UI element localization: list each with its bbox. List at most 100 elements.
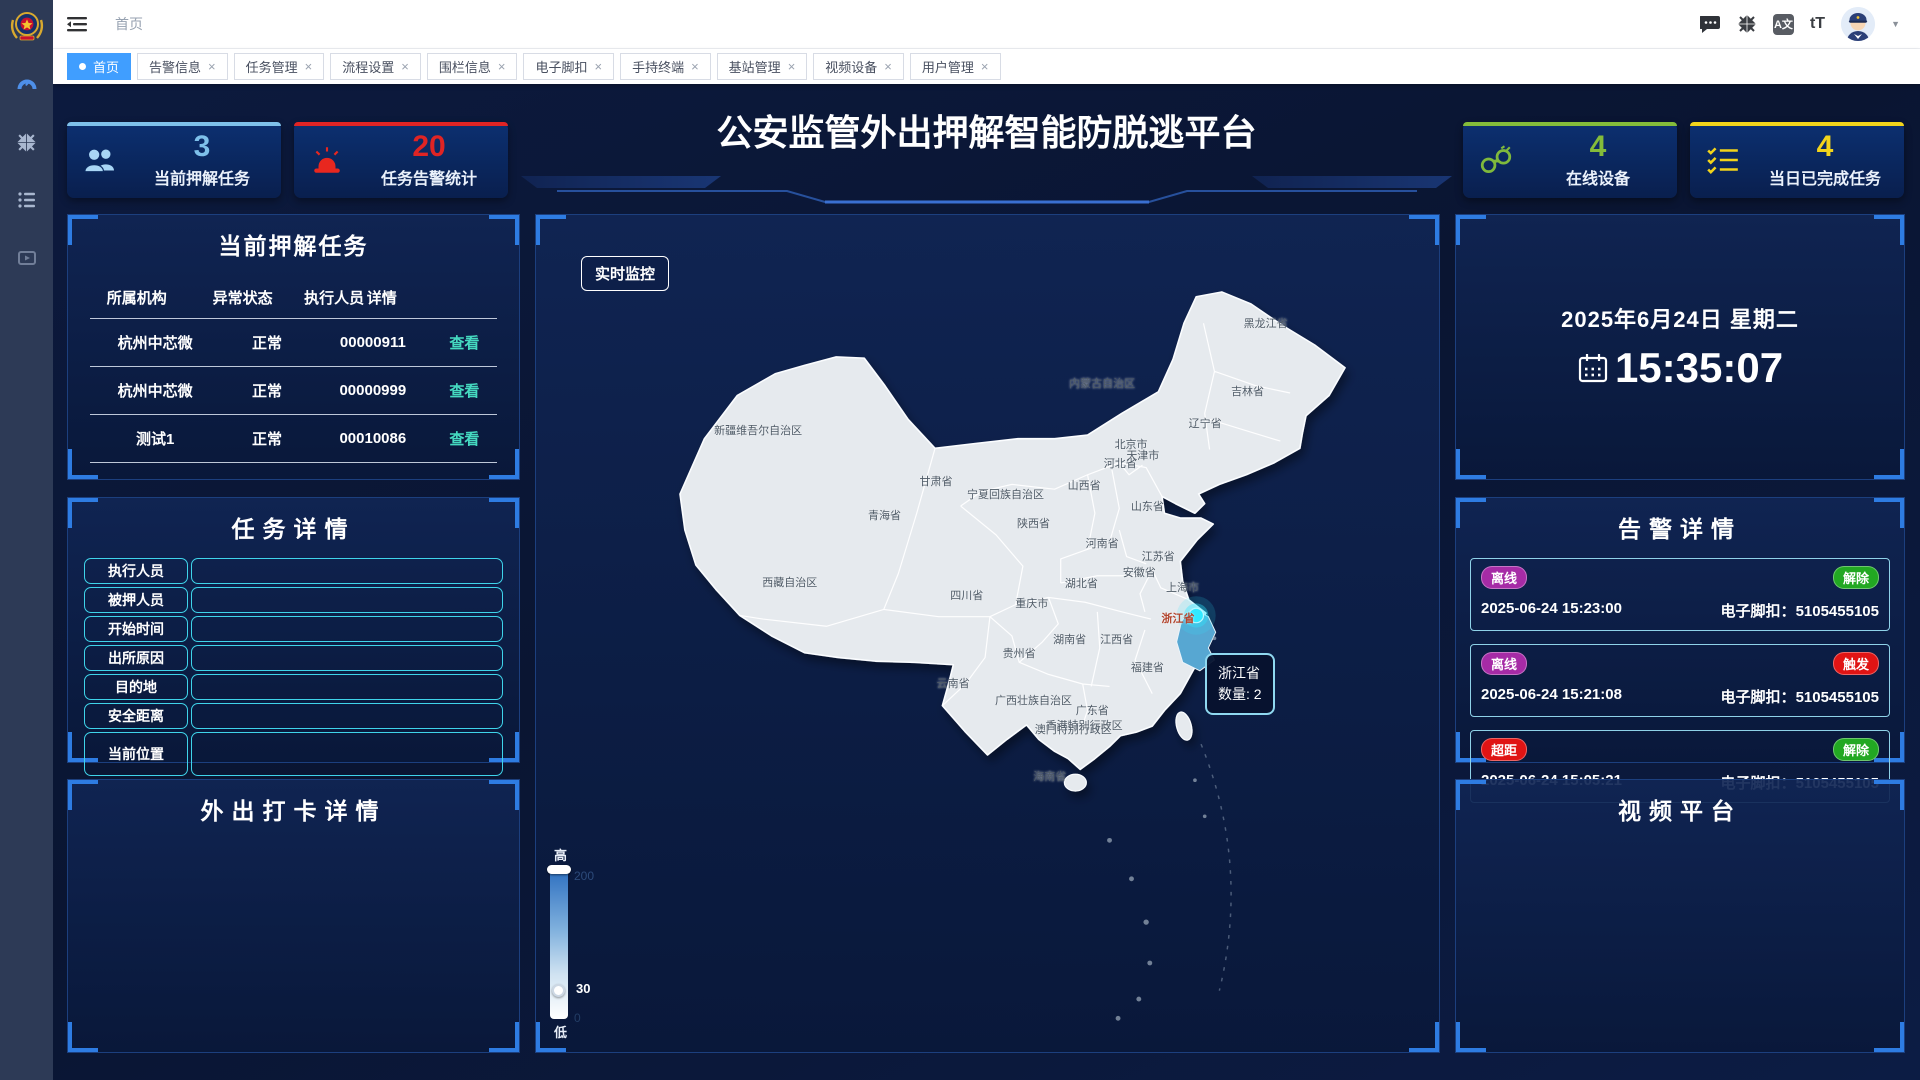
tab-任务管理[interactable]: 任务管理×	[234, 53, 325, 80]
field-label: 当前位置	[84, 732, 188, 776]
alarm-detail-panel: 告警详情 离线 解除 2025-06-24 15:23:00 电子脚扣：5105…	[1455, 497, 1905, 763]
legend-min-value: 0	[574, 1011, 581, 1025]
close-tab-icon[interactable]: ×	[981, 59, 989, 74]
tab-视频设备[interactable]: 视频设备 ×	[813, 53, 904, 80]
legend-max-value: 200	[574, 869, 594, 883]
tab-电子脚扣[interactable]: 电子脚扣 ×	[523, 53, 614, 80]
org-cell: 杭州中芯微	[90, 380, 220, 401]
map-panel: 实时监控 黑龙江省吉林省辽宁省内蒙古自治区北京市天津市河北省山西省山东	[535, 214, 1440, 1053]
person-cell: 00000911	[314, 334, 432, 351]
task-detail-fields: 执行人员 被押人员 开始时间 出所原因	[84, 558, 503, 776]
dashboard-icon[interactable]	[15, 72, 39, 96]
province-label: 福建省	[1131, 659, 1164, 675]
compress-icon[interactable]	[15, 130, 39, 154]
tab-label: 手持终端	[632, 57, 684, 76]
tab-用户管理[interactable]: 用户管理×	[910, 53, 1001, 80]
field-row: 当前位置	[84, 732, 503, 776]
field-label: 出所原因	[84, 645, 188, 671]
chevron-down-icon[interactable]: ▼	[1891, 19, 1900, 29]
translate-icon[interactable]: A文	[1773, 14, 1794, 35]
field-label: 被押人员	[84, 587, 188, 613]
column-header: 异常状态	[184, 287, 302, 308]
province-label: 陕西省	[1017, 515, 1050, 531]
province-label: 山西省	[1068, 477, 1101, 493]
stat-label: 任务告警统计	[360, 165, 498, 189]
field-label: 目的地	[84, 674, 188, 700]
province-label: 贵州省	[1003, 645, 1036, 661]
title-decoration-right	[1252, 176, 1452, 188]
org-cell: 测试1	[90, 428, 220, 449]
list-icon[interactable]	[15, 188, 39, 212]
font-size-icon[interactable]: tT	[1810, 15, 1825, 33]
tab-label: 基站管理	[729, 57, 781, 76]
alarm-status-badge: 解除	[1833, 738, 1879, 761]
field-row: 目的地	[84, 674, 503, 700]
field-value	[191, 587, 503, 613]
province-label: 辽宁省	[1189, 415, 1222, 431]
close-tab-icon[interactable]: ×	[305, 59, 313, 74]
collapse-menu-icon[interactable]	[67, 16, 87, 33]
alarm-item[interactable]: 离线 触发 2025-06-24 15:21:08 电子脚扣：510545510…	[1470, 644, 1890, 717]
province-label: 新疆维吾尔自治区	[714, 422, 802, 438]
field-value	[191, 645, 503, 671]
alarm-item[interactable]: 离线 解除 2025-06-24 15:23:00 电子脚扣：510545510…	[1470, 558, 1890, 631]
close-tab-icon[interactable]: ×	[594, 59, 602, 74]
stat-card-alarms: 20 任务告警统计	[294, 122, 508, 198]
field-row: 开始时间	[84, 616, 503, 642]
alarm-time: 2025-06-24 15:23:00	[1481, 600, 1622, 621]
province-label: 海南省	[1033, 768, 1066, 784]
province-label: 山东省	[1131, 498, 1164, 514]
tab-label: 视频设备	[825, 57, 877, 76]
province-labels: 黑龙江省吉林省辽宁省内蒙古自治区北京市天津市河北省山西省山东省新疆维吾尔自治区甘…	[536, 215, 1439, 1052]
view-detail-link[interactable]: 查看	[432, 428, 497, 449]
column-header: 所属机构	[90, 287, 184, 308]
close-tab-icon[interactable]: ×	[884, 59, 892, 74]
view-detail-link[interactable]: 查看	[432, 332, 497, 353]
alarm-status-badge: 触发	[1833, 652, 1879, 675]
media-icon[interactable]	[15, 246, 39, 270]
legend-max-handle[interactable]	[547, 865, 571, 874]
field-label: 开始时间	[84, 616, 188, 642]
field-label: 执行人员	[84, 558, 188, 584]
title-decoration-left	[521, 176, 721, 188]
police-badge-logo	[7, 6, 47, 46]
handcuffs-icon	[1463, 144, 1529, 176]
alarm-device-label: 电子脚扣：	[1721, 603, 1796, 620]
panel-title: 视频平台	[1456, 792, 1904, 826]
view-detail-link[interactable]: 查看	[432, 380, 497, 401]
close-tab-icon[interactable]: ×	[691, 59, 699, 74]
sidebar	[0, 0, 53, 1080]
close-tab-icon[interactable]: ×	[498, 59, 506, 74]
active-tab-dot	[79, 63, 86, 70]
fullscreen-compress-icon[interactable]	[1737, 14, 1757, 34]
table-row: 杭州中芯微 正常 00000911 查看	[90, 319, 497, 367]
legend-current-handle[interactable]	[552, 984, 565, 997]
realtime-monitor-button[interactable]: 实时监控	[581, 256, 669, 291]
stat-value: 20	[360, 132, 498, 162]
message-icon[interactable]	[1700, 15, 1721, 34]
stat-card-completed-tasks: 4 当日已完成任务	[1690, 122, 1904, 198]
close-tab-icon[interactable]: ×	[788, 59, 796, 74]
tab-围栏信息[interactable]: 围栏信息×	[427, 53, 518, 80]
tab-基站管理[interactable]: 基站管理 ×	[717, 53, 808, 80]
tab-label: 首页	[93, 57, 119, 76]
tab-告警信息[interactable]: 告警信息×	[137, 53, 228, 80]
checklist-icon	[1690, 145, 1756, 175]
close-tab-icon[interactable]: ×	[401, 59, 409, 74]
panel-title: 任务详情	[68, 510, 519, 544]
close-tab-icon[interactable]: ×	[208, 59, 216, 74]
field-value	[191, 732, 503, 776]
title-underline-decoration	[557, 188, 1417, 206]
province-label: 上海市	[1166, 579, 1199, 595]
tab-label: 电子脚扣	[535, 57, 587, 76]
field-value	[191, 558, 503, 584]
column-header: 详情	[367, 287, 397, 308]
tab-首页[interactable]: 首页	[67, 53, 131, 80]
field-value	[191, 616, 503, 642]
tab-手持终端[interactable]: 手持终端 ×	[620, 53, 711, 80]
table-header-row: 所属机构异常状态执行人员详情	[90, 277, 497, 319]
tab-流程设置[interactable]: 流程设置×	[330, 53, 421, 80]
user-avatar[interactable]	[1841, 7, 1875, 41]
stat-label: 当前押解任务	[133, 165, 271, 189]
province-label: 内蒙古自治区	[1069, 375, 1135, 391]
